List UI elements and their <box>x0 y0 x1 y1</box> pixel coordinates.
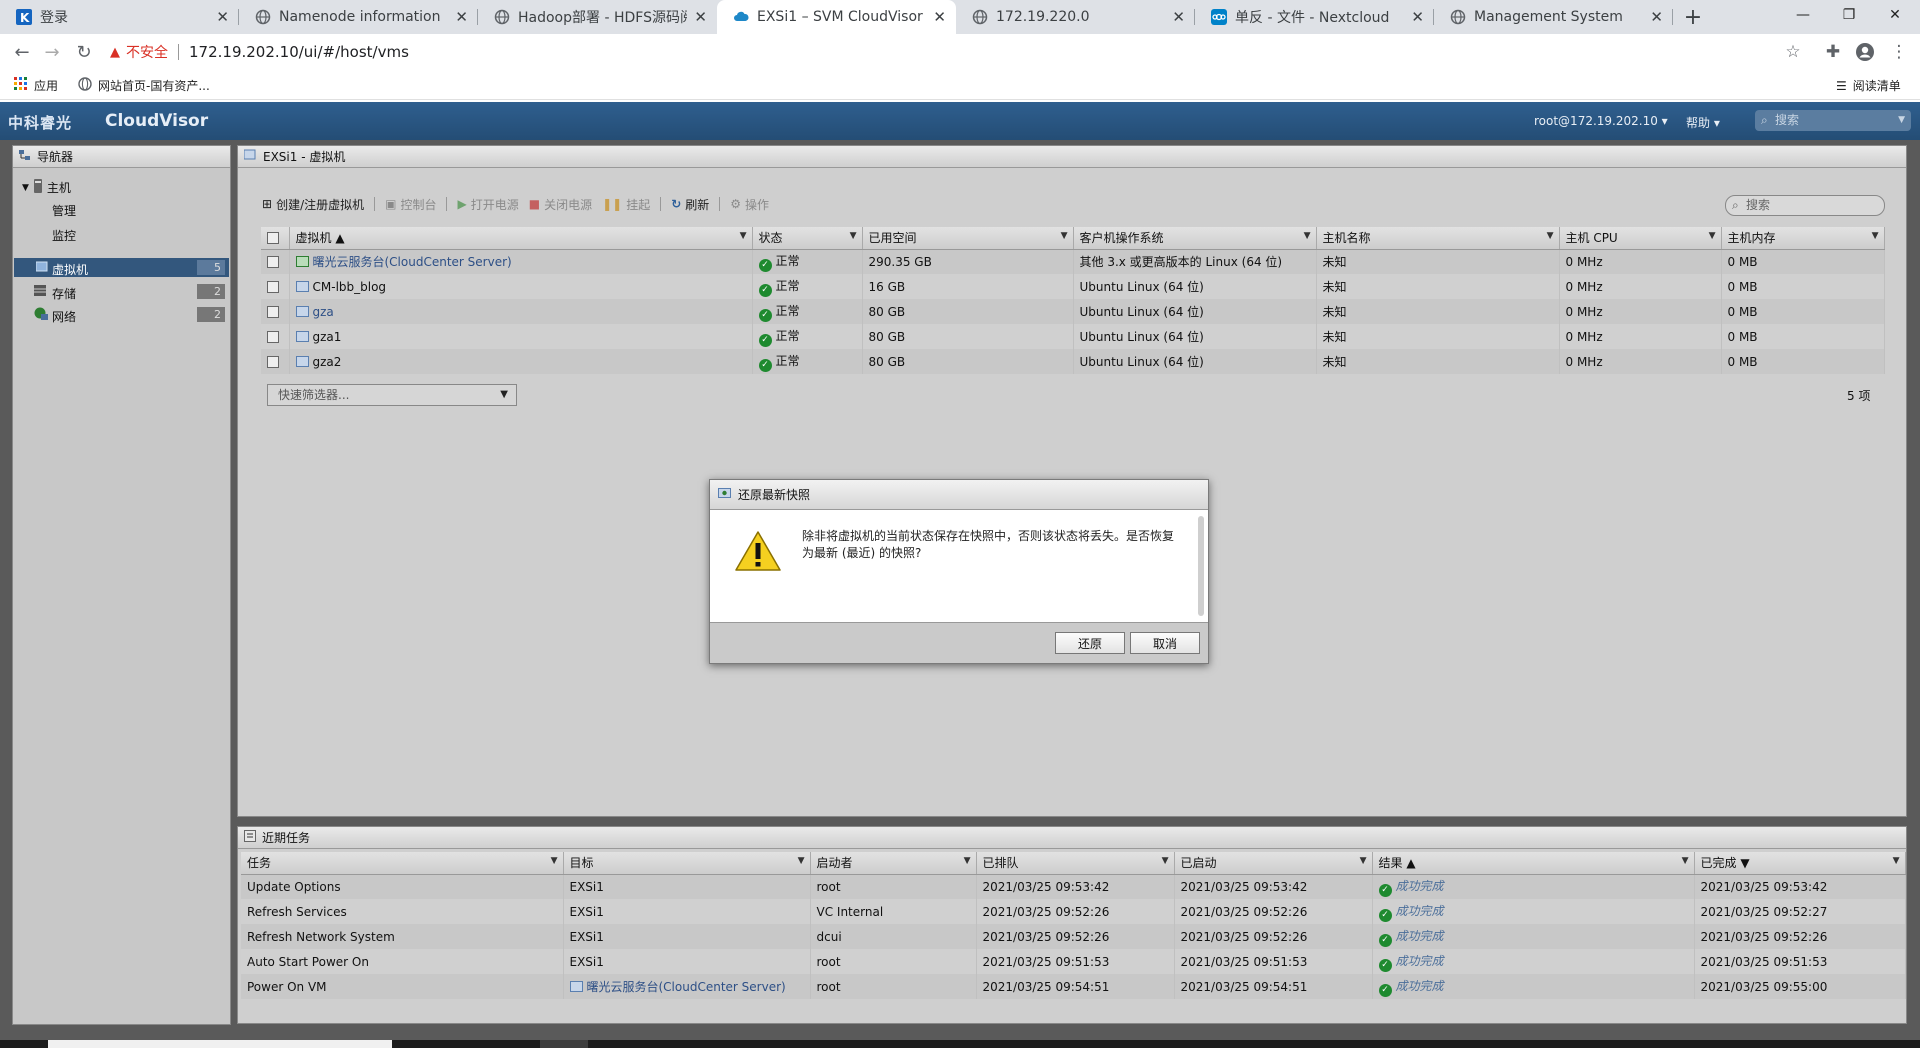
tab-label: 单反 - 文件 - Nextcloud <box>1235 10 1390 26</box>
dialog-titlebar[interactable]: 还原最新快照 <box>710 480 1208 510</box>
forward-arrow-icon[interactable]: → <box>40 40 64 64</box>
menu-dots-icon[interactable]: ⋮ <box>1888 41 1910 63</box>
bookmarks-bar: 应用 网站首页-国有资产... ☰ 阅读清单 <box>0 70 1920 100</box>
warning-icon <box>734 530 782 575</box>
globe-icon <box>255 9 271 25</box>
svg-text:K: K <box>20 11 30 25</box>
address-bar[interactable]: ▲ 不安全 172.19.202.10/ui/#/host/vms <box>110 40 409 64</box>
back-arrow-icon[interactable]: ← <box>10 40 34 64</box>
tab-label: EXSi1 – SVM CloudVisor <box>757 9 923 25</box>
tab-label: Namenode information <box>279 9 441 25</box>
taskbar-app[interactable] <box>540 1040 588 1048</box>
taskbar-search[interactable] <box>48 1040 392 1048</box>
os-taskbar <box>0 1040 1920 1048</box>
close-tab-icon[interactable]: ✕ <box>1172 8 1185 26</box>
reading-list-label: 阅读清单 <box>1852 79 1901 93</box>
new-tab-button[interactable]: + <box>1673 0 1713 34</box>
apps-grid-icon <box>14 77 28 94</box>
restore-button[interactable]: ❐ <box>1826 0 1872 30</box>
globe-icon <box>78 77 92 94</box>
browser-tab-strip: K 登录 ✕ Namenode information ✕ Hadoop部署 -… <box>0 0 1920 34</box>
tab-label: Management System <box>1474 9 1623 25</box>
warning-icon: ▲ <box>110 44 120 60</box>
restore-button[interactable]: 还原 <box>1055 632 1125 654</box>
browser-tab[interactable]: Namenode information ✕ <box>239 0 478 34</box>
close-tab-icon[interactable]: ✕ <box>1650 8 1663 26</box>
globe-icon <box>494 9 510 25</box>
tab-label: 172.19.220.0 <box>996 9 1090 25</box>
cloud-icon <box>733 9 749 25</box>
dialog-footer: 还原 取消 <box>710 622 1208 663</box>
cancel-button[interactable]: 取消 <box>1130 632 1200 654</box>
close-tab-icon[interactable]: ✕ <box>694 8 707 26</box>
star-icon[interactable]: ☆ <box>1782 41 1804 63</box>
browser-tab[interactable]: 单反 - 文件 - Nextcloud ✕ <box>1195 0 1434 34</box>
dialog-body: 除非将虚拟机的当前状态保存在快照中，否则该状态将丢失。是否恢复为最新 (最近) … <box>710 510 1208 623</box>
reading-list[interactable]: ☰ 阅读清单 <box>1836 77 1901 94</box>
bookmark-label: 应用 <box>34 79 59 93</box>
globe-icon <box>1450 9 1466 25</box>
dialog-title: 还原最新快照 <box>738 488 811 502</box>
close-tab-icon[interactable]: ✕ <box>933 8 946 26</box>
divider <box>178 44 179 60</box>
security-label: 不安全 <box>126 45 168 61</box>
minimize-button[interactable]: — <box>1780 0 1826 30</box>
browser-tab[interactable]: Management System ✕ <box>1434 0 1673 34</box>
nextcloud-icon <box>1211 9 1227 25</box>
close-tab-icon[interactable]: ✕ <box>455 8 468 26</box>
profile-icon[interactable] <box>1854 41 1876 63</box>
close-window-button[interactable]: ✕ <box>1872 0 1918 30</box>
browser-tab[interactable]: K 登录 ✕ <box>0 0 239 34</box>
restore-snapshot-dialog: 还原最新快照 除非将虚拟机的当前状态保存在快照中，否则该状态将丢失。是否恢复为最… <box>709 479 1209 664</box>
close-tab-icon[interactable]: ✕ <box>216 8 229 26</box>
reading-list-icon: ☰ <box>1836 78 1847 93</box>
dialog-message: 除非将虚拟机的当前状态保存在快照中，否则该状态将丢失。是否恢复为最新 (最近) … <box>802 529 1175 560</box>
bookmark-site[interactable]: 网站首页-国有资产... <box>78 77 210 94</box>
tab-label: Hadoop部署 - HDFS源码阅读与 <box>518 10 687 26</box>
tab-label: 登录 <box>40 10 68 26</box>
dialog-scrollbar[interactable] <box>1198 516 1204 616</box>
reload-icon[interactable]: ↻ <box>72 40 96 64</box>
k-logo-icon: K <box>16 9 32 25</box>
bookmark-label: 网站首页-国有资产... <box>98 79 210 93</box>
url-text[interactable]: 172.19.202.10/ui/#/host/vms <box>189 43 409 61</box>
browser-tab-active[interactable]: EXSi1 – SVM CloudVisor ✕ <box>717 0 956 34</box>
close-tab-icon[interactable]: ✕ <box>1411 8 1424 26</box>
snapshot-icon <box>718 487 732 502</box>
browser-tab[interactable]: Hadoop部署 - HDFS源码阅读与 ✕ <box>478 0 717 34</box>
extensions-icon[interactable]: ✚ <box>1822 41 1844 63</box>
bookmark-apps[interactable]: 应用 <box>14 77 58 94</box>
globe-icon <box>972 9 988 25</box>
browser-tab[interactable]: 172.19.220.0 ✕ <box>956 0 1195 34</box>
